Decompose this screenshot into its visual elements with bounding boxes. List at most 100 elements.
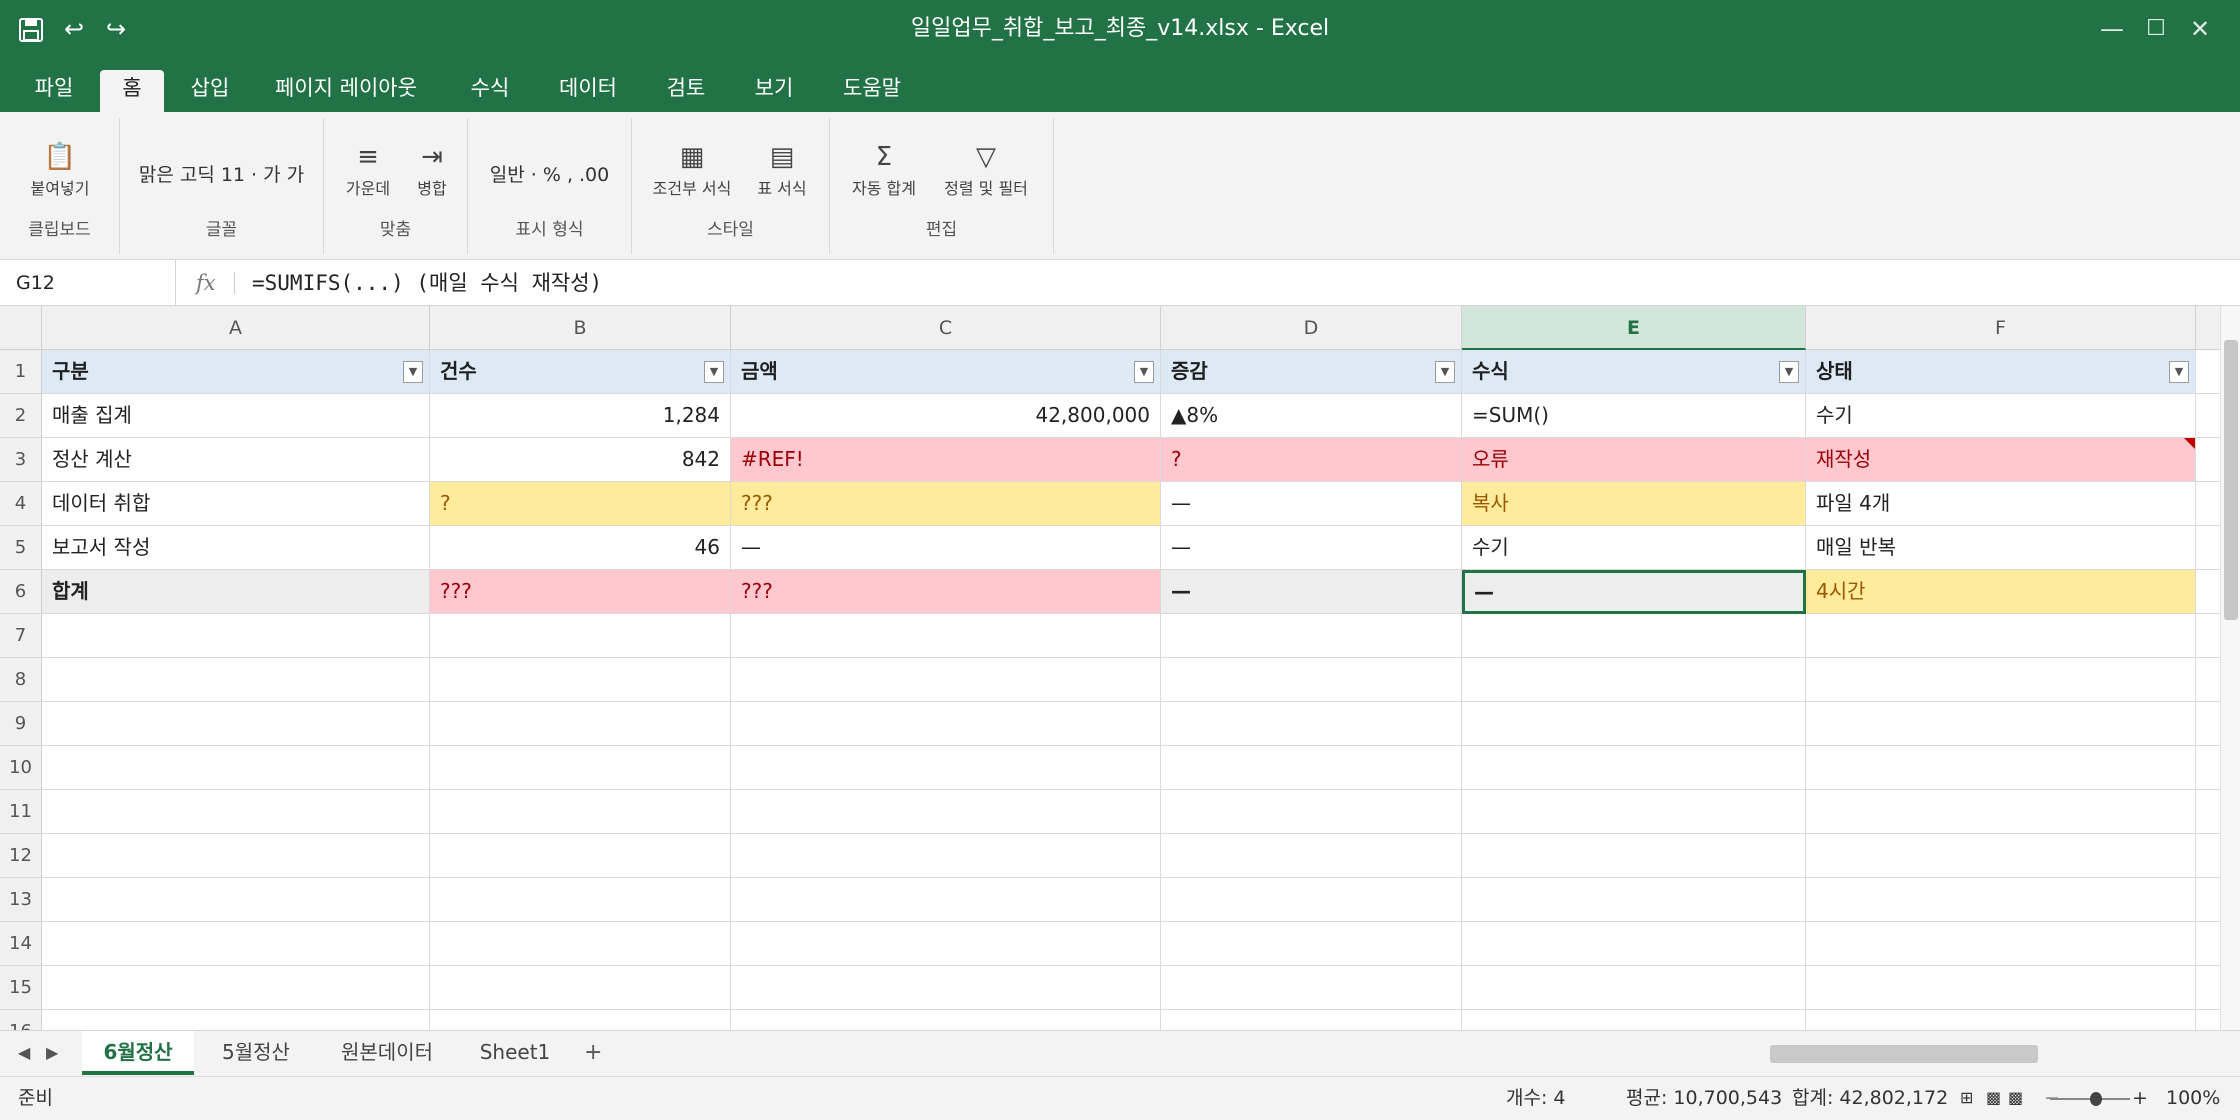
empty-cell[interactable] xyxy=(1161,614,1462,658)
empty-cell[interactable] xyxy=(1462,658,1806,702)
row-header-14[interactable]: 14 xyxy=(0,922,42,966)
row-header-6[interactable]: 6 xyxy=(0,570,42,614)
empty-cell[interactable] xyxy=(731,878,1161,922)
zoom-slider-knob[interactable] xyxy=(2090,1092,2102,1106)
row-header-1[interactable]: 1 xyxy=(0,350,42,394)
table-cell[interactable]: 오류 xyxy=(1462,438,1806,482)
sheet-tab-june[interactable]: 6월정산 xyxy=(82,1031,194,1075)
empty-cell[interactable] xyxy=(1161,834,1462,878)
filter-dropdown-icon[interactable]: ▼ xyxy=(1435,361,1455,383)
row-header-12[interactable]: 12 xyxy=(0,834,42,878)
empty-cell[interactable] xyxy=(731,790,1161,834)
table-cell[interactable]: — xyxy=(1161,526,1462,570)
tab-file[interactable]: 파일 xyxy=(22,70,86,112)
row-header-4[interactable]: 4 xyxy=(0,482,42,526)
empty-cell[interactable] xyxy=(2196,526,2220,570)
vertical-scroll-thumb[interactable] xyxy=(2224,340,2238,620)
horizontal-scroll-thumb[interactable] xyxy=(1770,1045,2038,1063)
prev-sheet-icon[interactable]: ◀ xyxy=(18,1031,30,1075)
empty-cell[interactable] xyxy=(2196,878,2220,922)
table-cell[interactable]: =SUM() xyxy=(1462,394,1806,438)
empty-cell[interactable] xyxy=(2196,1010,2220,1030)
center-align-button[interactable]: ≡ 가운데 xyxy=(338,142,398,202)
sheet-tab-raw-data[interactable]: 원본데이터 xyxy=(322,1031,452,1075)
empty-cell[interactable] xyxy=(430,702,731,746)
paste-button[interactable]: 📋 붙여넣기 xyxy=(0,142,120,202)
vertical-scrollbar[interactable] xyxy=(2220,306,2240,1030)
empty-cell[interactable] xyxy=(42,790,430,834)
tab-page-layout[interactable]: 페이지 레이아웃 xyxy=(266,70,426,112)
autosum-button[interactable]: Σ 자동 합계 xyxy=(844,142,924,202)
empty-cell[interactable] xyxy=(731,966,1161,1010)
active-cell[interactable]: — xyxy=(1462,570,1806,614)
empty-cell[interactable] xyxy=(2196,482,2220,526)
table-cell[interactable]: 파일 4개 xyxy=(1806,482,2196,526)
table-cell[interactable]: 재작성 xyxy=(1806,438,2196,482)
column-header-d[interactable]: D xyxy=(1161,306,1462,350)
row-header-5[interactable]: 5 xyxy=(0,526,42,570)
empty-cell[interactable] xyxy=(1806,790,2196,834)
zoom-level[interactable]: 100% xyxy=(2166,1077,2220,1119)
table-cell[interactable]: ??? xyxy=(430,570,731,614)
sheet-tab-sheet1[interactable]: Sheet1 xyxy=(470,1031,560,1075)
format-as-table-button[interactable]: ▤ 표 서식 xyxy=(746,142,818,202)
row-header-16[interactable]: 16 xyxy=(0,1010,42,1030)
filter-dropdown-icon[interactable]: ▼ xyxy=(403,361,423,383)
empty-cell[interactable] xyxy=(1161,702,1462,746)
table-cell[interactable]: ? xyxy=(1161,438,1462,482)
empty-cell[interactable] xyxy=(42,834,430,878)
close-icon[interactable]: ✕ xyxy=(2180,12,2220,46)
empty-cell[interactable] xyxy=(42,746,430,790)
column-header-a[interactable]: A xyxy=(42,306,430,350)
empty-cell[interactable] xyxy=(430,790,731,834)
row-header-10[interactable]: 10 xyxy=(0,746,42,790)
empty-cell[interactable] xyxy=(1462,834,1806,878)
empty-cell[interactable] xyxy=(731,922,1161,966)
empty-cell[interactable] xyxy=(42,922,430,966)
empty-cell[interactable] xyxy=(430,746,731,790)
empty-cell[interactable] xyxy=(430,834,731,878)
table-cell[interactable]: 매일 반복 xyxy=(1806,526,2196,570)
table-cell[interactable]: 42,800,000 xyxy=(731,394,1161,438)
table-cell[interactable]: — xyxy=(731,526,1161,570)
column-header-b[interactable]: B xyxy=(430,306,731,350)
empty-cell[interactable] xyxy=(1462,702,1806,746)
empty-cell[interactable] xyxy=(430,1010,731,1030)
add-sheet-icon[interactable]: + xyxy=(584,1031,602,1075)
page-layout-view-icon[interactable]: ▩ xyxy=(1986,1077,2001,1119)
row-header-2[interactable]: 2 xyxy=(0,394,42,438)
empty-cell[interactable] xyxy=(2196,790,2220,834)
table-header-cell[interactable]: 수식 ▼ xyxy=(1462,350,1806,394)
row-header-7[interactable]: 7 xyxy=(0,614,42,658)
empty-cell[interactable] xyxy=(1462,966,1806,1010)
table-cell[interactable]: 보고서 작성 xyxy=(42,526,430,570)
empty-cell[interactable] xyxy=(1806,1010,2196,1030)
table-cell[interactable]: ??? xyxy=(731,570,1161,614)
empty-cell[interactable] xyxy=(42,614,430,658)
minimize-icon[interactable]: — xyxy=(2092,12,2132,46)
empty-cell[interactable] xyxy=(2196,394,2220,438)
row-header-8[interactable]: 8 xyxy=(0,658,42,702)
empty-cell[interactable] xyxy=(2196,966,2220,1010)
filter-dropdown-icon[interactable]: ▼ xyxy=(1779,361,1799,383)
table-cell[interactable]: 46 xyxy=(430,526,731,570)
empty-cell[interactable] xyxy=(731,614,1161,658)
empty-cell[interactable] xyxy=(1161,1010,1462,1030)
empty-cell[interactable] xyxy=(1462,922,1806,966)
sheet-tab-may[interactable]: 5월정산 xyxy=(204,1031,308,1075)
row-header-11[interactable]: 11 xyxy=(0,790,42,834)
merge-button[interactable]: ⇥ 병합 xyxy=(404,142,460,202)
empty-cell[interactable] xyxy=(2196,658,2220,702)
empty-cell[interactable] xyxy=(731,1010,1161,1030)
row-header-15[interactable]: 15 xyxy=(0,966,42,1010)
filter-dropdown-icon[interactable]: ▼ xyxy=(2169,361,2189,383)
table-cell[interactable]: — xyxy=(1161,570,1462,614)
empty-cell[interactable] xyxy=(1462,790,1806,834)
empty-cell[interactable] xyxy=(1806,746,2196,790)
table-header-cell[interactable]: 금액 ▼ xyxy=(731,350,1161,394)
empty-cell[interactable] xyxy=(1462,878,1806,922)
row-header-9[interactable]: 9 xyxy=(0,702,42,746)
empty-cell[interactable] xyxy=(42,878,430,922)
empty-cell[interactable] xyxy=(1806,878,2196,922)
table-cell[interactable]: 복사 xyxy=(1462,482,1806,526)
